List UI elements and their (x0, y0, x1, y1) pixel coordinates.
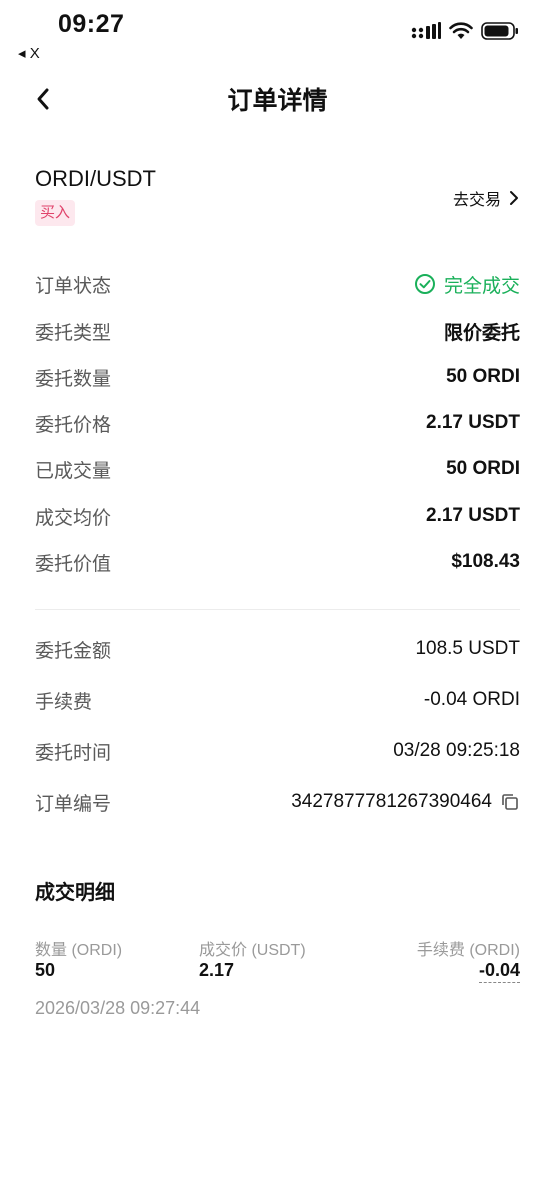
fill-price-value: 2.17 (199, 960, 235, 980)
row-label: 委托价值 (35, 553, 112, 575)
row-label: 委托金额 (35, 640, 112, 662)
row-value: 完全成交 (443, 275, 520, 297)
page-title: 订单详情 (227, 87, 328, 115)
chevron-right-icon (510, 191, 518, 205)
detail-row-avg-price: 成交均价 2.17 USDT (35, 501, 520, 531)
fill-price-header: 成交价 (USDT) (199, 942, 306, 959)
copy-icon[interactable] (500, 792, 520, 812)
row-value: $108.43 (451, 551, 520, 572)
fill-qty-header: 数量 (ORDI) (35, 942, 123, 959)
row-label: 委托价格 (35, 414, 112, 436)
row-value: 108.5 USDT (415, 638, 520, 659)
battery-icon (481, 22, 518, 40)
row-value: 50 ORDI (446, 366, 520, 387)
fills-section-title: 成交明细 (35, 882, 115, 904)
detail-row-type: 委托类型 限价委托 (35, 316, 520, 346)
go-trade-link[interactable]: 去交易 (453, 186, 519, 210)
detail-row-order-id: 订单编号 3427877781267390464 (35, 787, 520, 817)
trading-pair: ORDI/USDT (35, 166, 156, 191)
back-to-app-link[interactable]: ◂ X (18, 44, 40, 62)
order-side-badge: 买入 (35, 200, 76, 226)
status-time: 09:27 (58, 10, 125, 38)
wifi-icon (449, 22, 473, 39)
detail-row-status: 订单状态 完全成交 (35, 269, 520, 299)
row-value: 2.17 USDT (426, 412, 520, 433)
row-value: -0.04 ORDI (423, 689, 520, 710)
row-value: 2.17 USDT (426, 505, 520, 526)
row-label: 订单编号 (35, 793, 112, 815)
fill-fee-header: 手续费 (ORDI) (416, 942, 520, 959)
status-icons (411, 22, 519, 40)
row-value: 限价委托 (443, 322, 520, 344)
detail-row-price: 委托价格 2.17 USDT (35, 408, 520, 438)
order-status-value: 完全成交 (414, 271, 520, 298)
check-circle-icon (414, 274, 435, 294)
row-label: 订单状态 (35, 275, 112, 297)
detail-row-filled: 已成交量 50 ORDI (35, 454, 520, 484)
section-divider (35, 609, 520, 610)
signal-icon (411, 22, 441, 39)
detail-row-quantity: 委托数量 50 ORDI (35, 362, 520, 392)
detail-row-order-time: 委托时间 03/28 09:25:18 (35, 736, 520, 766)
row-value: 3427877781267390464 (291, 791, 492, 812)
row-label: 委托类型 (35, 322, 112, 344)
order-id-value: 3427877781267390464 (291, 791, 520, 813)
go-trade-label: 去交易 (452, 192, 501, 209)
fill-fee-value[interactable]: -0.04 (478, 960, 520, 983)
row-label: 委托时间 (35, 742, 112, 764)
fill-qty-value: 50 (35, 960, 56, 980)
row-label: 手续费 (35, 691, 93, 713)
detail-row-order-value: 委托价值 $108.43 (35, 547, 520, 577)
row-label: 成交均价 (35, 507, 112, 529)
fill-timestamp: 2026/03/28 09:27:44 (35, 998, 201, 1018)
detail-row-amount: 委托金额 108.5 USDT (35, 634, 520, 664)
row-value: 03/28 09:25:18 (393, 740, 520, 761)
row-label: 已成交量 (35, 460, 112, 482)
detail-row-fee: 手续费 -0.04 ORDI (35, 685, 520, 715)
row-value: 50 ORDI (446, 458, 520, 479)
row-label: 委托数量 (35, 368, 112, 390)
